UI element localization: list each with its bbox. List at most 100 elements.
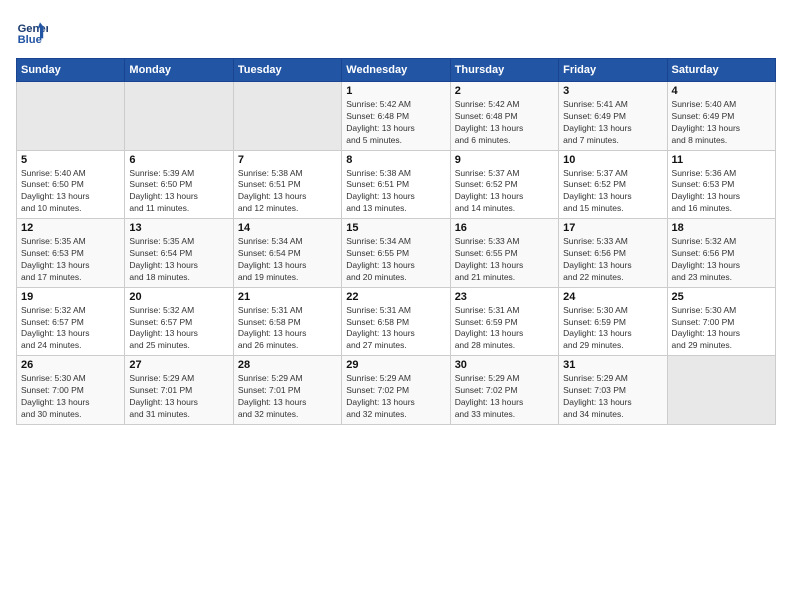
calendar-cell: 17 Sunrise: 5:33 AMSunset: 6:56 PMDayligh… — [559, 219, 667, 288]
logo-icon: General Blue — [16, 16, 48, 48]
week-row: 26 Sunrise: 5:30 AMSunset: 7:00 PMDayligh… — [17, 356, 776, 425]
day-number: 2 — [455, 85, 554, 97]
svg-text:General: General — [18, 23, 48, 35]
calendar-cell: 21 Sunrise: 5:31 AMSunset: 6:58 PMDayligh… — [233, 287, 341, 356]
day-number: 15 — [346, 222, 445, 234]
calendar-cell: 19 Sunrise: 5:32 AMSunset: 6:57 PMDayligh… — [17, 287, 125, 356]
header-row: SundayMondayTuesdayWednesdayThursdayFrid… — [17, 59, 776, 82]
day-info: Sunrise: 5:30 AMSunset: 7:00 PMDaylight:… — [21, 373, 120, 421]
day-number: 27 — [129, 359, 228, 371]
page-header: General Blue — [16, 16, 776, 48]
day-number: 20 — [129, 291, 228, 303]
calendar-cell: 12 Sunrise: 5:35 AMSunset: 6:53 PMDayligh… — [17, 219, 125, 288]
calendar-cell: 4 Sunrise: 5:40 AMSunset: 6:49 PMDaylight… — [667, 82, 775, 151]
calendar-cell: 13Sunrise: 5:35 AMSunset: 6:54 PMDayligh… — [125, 219, 233, 288]
calendar-cell: 14 Sunrise: 5:34 AMSunset: 6:54 PMDayligh… — [233, 219, 341, 288]
day-info: Sunrise: 5:31 AMSunset: 6:59 PMDaylight:… — [455, 305, 554, 353]
day-number: 16 — [455, 222, 554, 234]
day-info: Sunrise: 5:40 AMSunset: 6:49 PMDaylight:… — [672, 99, 771, 147]
calendar-cell: 30 Sunrise: 5:29 AMSunset: 7:02 PMDayligh… — [450, 356, 558, 425]
calendar-cell: 5Sunrise: 5:40 AMSunset: 6:50 PMDaylight… — [17, 150, 125, 219]
day-number: 7 — [238, 154, 337, 166]
weekday-header-sunday: Sunday — [17, 59, 125, 82]
calendar-cell: 8 Sunrise: 5:38 AMSunset: 6:51 PMDaylight… — [342, 150, 450, 219]
day-number: 9 — [455, 154, 554, 166]
day-number: 19 — [21, 291, 120, 303]
weekday-header-monday: Monday — [125, 59, 233, 82]
calendar-cell: 18 Sunrise: 5:32 AMSunset: 6:56 PMDayligh… — [667, 219, 775, 288]
day-info: Sunrise: 5:38 AMSunset: 6:51 PMDaylight:… — [346, 168, 445, 216]
day-info: Sunrise: 5:35 AMSunset: 6:54 PMDaylight:… — [129, 236, 228, 284]
calendar-cell: 23Sunrise: 5:31 AMSunset: 6:59 PMDayligh… — [450, 287, 558, 356]
calendar-body: 1Sunrise: 5:42 AMSunset: 6:48 PMDaylight… — [17, 82, 776, 425]
day-info: Sunrise: 5:37 AMSunset: 6:52 PMDaylight:… — [563, 168, 662, 216]
day-number: 11 — [672, 154, 771, 166]
calendar-cell: 22Sunrise: 5:31 AMSunset: 6:58 PMDayligh… — [342, 287, 450, 356]
weekday-header-friday: Friday — [559, 59, 667, 82]
day-info: Sunrise: 5:38 AMSunset: 6:51 PMDaylight:… — [238, 168, 337, 216]
calendar-cell: 2 Sunrise: 5:42 AMSunset: 6:48 PMDaylight… — [450, 82, 558, 151]
calendar-header: SundayMondayTuesdayWednesdayThursdayFrid… — [17, 59, 776, 82]
calendar-cell: 24Sunrise: 5:30 AMSunset: 6:59 PMDayligh… — [559, 287, 667, 356]
calendar-cell: 28 Sunrise: 5:29 AMSunset: 7:01 PMDayligh… — [233, 356, 341, 425]
day-info: Sunrise: 5:34 AMSunset: 6:54 PMDaylight:… — [238, 236, 337, 284]
weekday-header-saturday: Saturday — [667, 59, 775, 82]
day-info: Sunrise: 5:33 AMSunset: 6:55 PMDaylight:… — [455, 236, 554, 284]
day-info: Sunrise: 5:33 AMSunset: 6:56 PMDaylight:… — [563, 236, 662, 284]
calendar-cell: 29Sunrise: 5:29 AMSunset: 7:02 PMDayligh… — [342, 356, 450, 425]
calendar-cell: 10 Sunrise: 5:37 AMSunset: 6:52 PMDayligh… — [559, 150, 667, 219]
calendar-cell: 1Sunrise: 5:42 AMSunset: 6:48 PMDaylight… — [342, 82, 450, 151]
day-info: Sunrise: 5:36 AMSunset: 6:53 PMDaylight:… — [672, 168, 771, 216]
calendar-cell: 25 Sunrise: 5:30 AMSunset: 7:00 PMDayligh… — [667, 287, 775, 356]
day-info: Sunrise: 5:32 AMSunset: 6:57 PMDaylight:… — [21, 305, 120, 353]
day-info: Sunrise: 5:30 AMSunset: 7:00 PMDaylight:… — [672, 305, 771, 353]
calendar-cell: 6 Sunrise: 5:39 AMSunset: 6:50 PMDaylight… — [125, 150, 233, 219]
day-number: 17 — [563, 222, 662, 234]
day-info: Sunrise: 5:42 AMSunset: 6:48 PMDaylight:… — [346, 99, 445, 147]
day-info: Sunrise: 5:29 AMSunset: 7:02 PMDaylight:… — [455, 373, 554, 421]
calendar: SundayMondayTuesdayWednesdayThursdayFrid… — [16, 58, 776, 425]
calendar-cell: 27 Sunrise: 5:29 AMSunset: 7:01 PMDayligh… — [125, 356, 233, 425]
day-number: 26 — [21, 359, 120, 371]
day-number: 25 — [672, 291, 771, 303]
weekday-header-tuesday: Tuesday — [233, 59, 341, 82]
day-number: 28 — [238, 359, 337, 371]
calendar-cell — [125, 82, 233, 151]
day-info: Sunrise: 5:31 AMSunset: 6:58 PMDaylight:… — [238, 305, 337, 353]
calendar-cell: 26 Sunrise: 5:30 AMSunset: 7:00 PMDayligh… — [17, 356, 125, 425]
day-info: Sunrise: 5:30 AMSunset: 6:59 PMDaylight:… — [563, 305, 662, 353]
day-info: Sunrise: 5:42 AMSunset: 6:48 PMDaylight:… — [455, 99, 554, 147]
week-row: 1Sunrise: 5:42 AMSunset: 6:48 PMDaylight… — [17, 82, 776, 151]
day-number: 4 — [672, 85, 771, 97]
calendar-cell: 11 Sunrise: 5:36 AMSunset: 6:53 PMDayligh… — [667, 150, 775, 219]
day-info: Sunrise: 5:32 AMSunset: 6:56 PMDaylight:… — [672, 236, 771, 284]
calendar-cell: 3Sunrise: 5:41 AMSunset: 6:49 PMDaylight… — [559, 82, 667, 151]
day-info: Sunrise: 5:29 AMSunset: 7:01 PMDaylight:… — [238, 373, 337, 421]
day-number: 6 — [129, 154, 228, 166]
day-number: 18 — [672, 222, 771, 234]
calendar-cell: 7 Sunrise: 5:38 AMSunset: 6:51 PMDaylight… — [233, 150, 341, 219]
week-row: 5Sunrise: 5:40 AMSunset: 6:50 PMDaylight… — [17, 150, 776, 219]
day-number: 5 — [21, 154, 120, 166]
week-row: 12 Sunrise: 5:35 AMSunset: 6:53 PMDayligh… — [17, 219, 776, 288]
day-info: Sunrise: 5:29 AMSunset: 7:03 PMDaylight:… — [563, 373, 662, 421]
day-info: Sunrise: 5:29 AMSunset: 7:01 PMDaylight:… — [129, 373, 228, 421]
day-number: 14 — [238, 222, 337, 234]
day-info: Sunrise: 5:34 AMSunset: 6:55 PMDaylight:… — [346, 236, 445, 284]
day-number: 21 — [238, 291, 337, 303]
day-number: 22 — [346, 291, 445, 303]
day-info: Sunrise: 5:35 AMSunset: 6:53 PMDaylight:… — [21, 236, 120, 284]
day-number: 10 — [563, 154, 662, 166]
calendar-cell: 20Sunrise: 5:32 AMSunset: 6:57 PMDayligh… — [125, 287, 233, 356]
day-number: 31 — [563, 359, 662, 371]
svg-text:Blue: Blue — [18, 34, 42, 46]
day-number: 29 — [346, 359, 445, 371]
day-info: Sunrise: 5:37 AMSunset: 6:52 PMDaylight:… — [455, 168, 554, 216]
day-number: 12 — [21, 222, 120, 234]
logo: General Blue — [16, 16, 52, 48]
calendar-cell: 9 Sunrise: 5:37 AMSunset: 6:52 PMDaylight… — [450, 150, 558, 219]
calendar-cell — [667, 356, 775, 425]
day-info: Sunrise: 5:39 AMSunset: 6:50 PMDaylight:… — [129, 168, 228, 216]
day-number: 30 — [455, 359, 554, 371]
day-number: 8 — [346, 154, 445, 166]
